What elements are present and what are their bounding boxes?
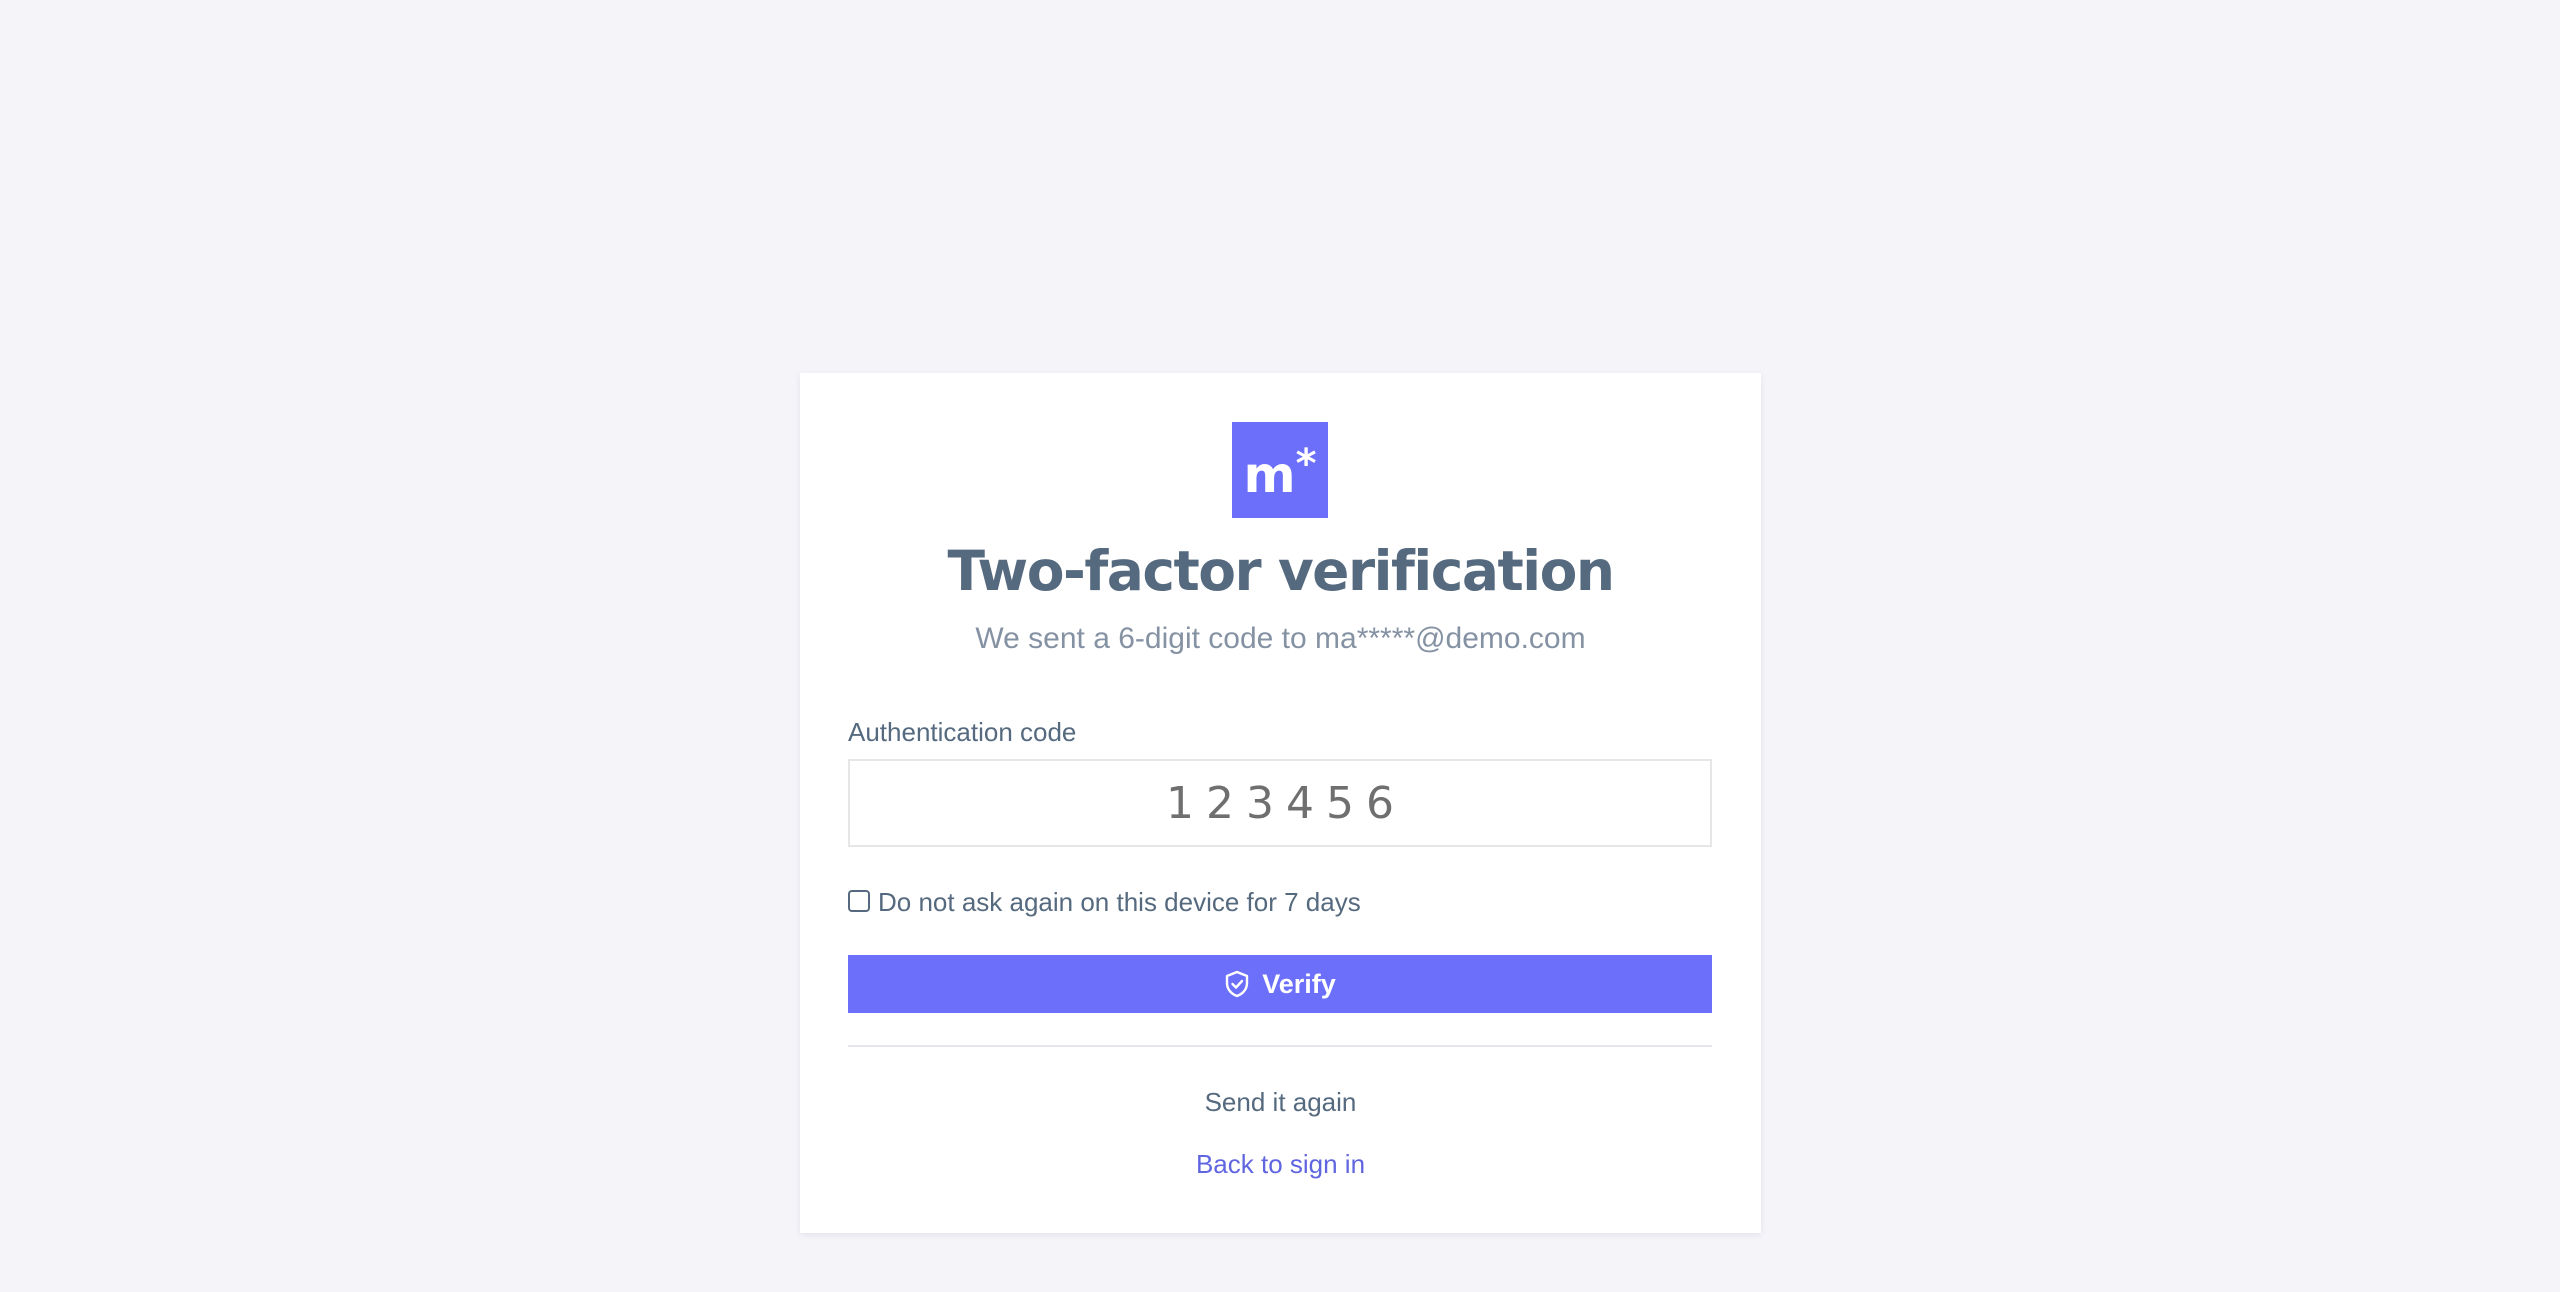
verify-button[interactable]: Verify bbox=[848, 955, 1712, 1013]
logo-asterisk: * bbox=[1295, 441, 1317, 487]
code-field-label: Authentication code bbox=[848, 717, 1077, 747]
verify-button-label: Verify bbox=[1262, 968, 1336, 999]
send-again-link[interactable]: Send it again bbox=[800, 1087, 1761, 1118]
remember-device-option[interactable]: Do not ask again on this device for 7 da… bbox=[848, 887, 1361, 918]
remember-device-label[interactable]: Do not ask again on this device for 7 da… bbox=[878, 887, 1361, 918]
shield-check-icon bbox=[1224, 970, 1250, 998]
logo-letter: m bbox=[1243, 446, 1295, 504]
page-subtitle: We sent a 6-digit code to ma*****@demo.c… bbox=[975, 622, 1586, 655]
page-title: Two-factor verification bbox=[947, 539, 1615, 603]
authentication-code-input[interactable] bbox=[848, 759, 1712, 847]
back-to-sign-in-link[interactable]: Back to sign in bbox=[800, 1149, 1761, 1180]
divider bbox=[848, 1045, 1712, 1047]
remember-device-checkbox[interactable] bbox=[848, 889, 870, 912]
brand-logo: m * bbox=[1232, 422, 1328, 518]
two-factor-card: m * Two-factor verification We sent a 6-… bbox=[800, 373, 1761, 1233]
